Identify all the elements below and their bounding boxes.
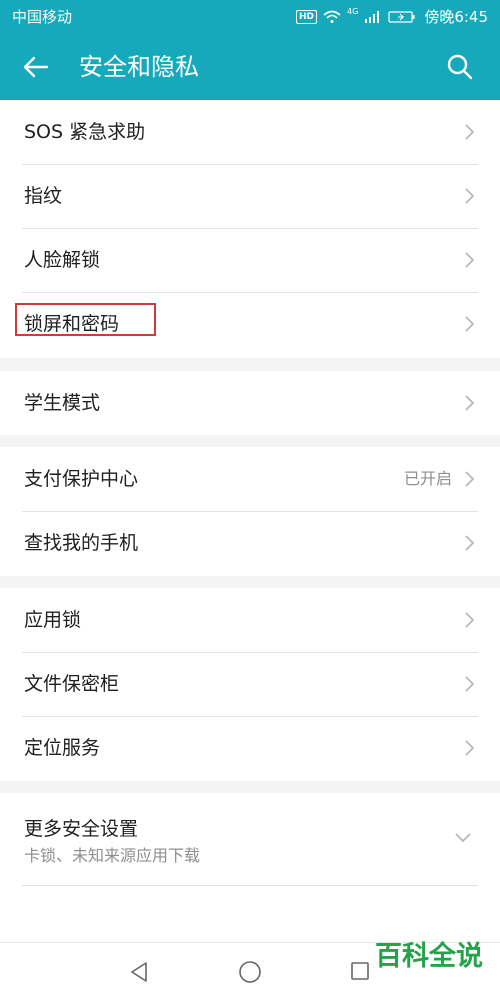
highlight-box [15, 303, 156, 336]
file-safe-item[interactable]: 文件保密柜 [0, 652, 500, 716]
circle-home-icon[interactable] [238, 960, 262, 984]
location-services-label: 定位服务 [24, 737, 101, 759]
payment-protection-status: 已开启 [403, 469, 452, 488]
search-icon [447, 54, 473, 80]
arrow-left-icon [23, 56, 49, 78]
find-my-phone-label: 查找我的手机 [24, 532, 139, 554]
student-mode-label: 学生模式 [24, 392, 101, 414]
settings-section-1: SOS 紧急求助 指纹 人脸解锁 锁屏和密码 [0, 100, 500, 358]
settings-section-2: 学生模式 [0, 371, 500, 435]
more-security-settings-label: 更多安全设置 [24, 818, 139, 840]
chevron-right-icon [465, 395, 475, 411]
chevron-right-icon [465, 535, 475, 551]
app-lock-item[interactable]: 应用锁 [0, 588, 500, 652]
sos-emergency-label: SOS 紧急求助 [24, 121, 146, 143]
payment-protection-item[interactable]: 支付保护中心 已开启 [0, 447, 500, 511]
chevron-right-icon [465, 612, 475, 628]
battery-icon [388, 11, 415, 23]
signal-icon [365, 11, 380, 23]
wifi-icon [323, 10, 341, 23]
network-type-label: 4G [347, 7, 359, 16]
chevron-right-icon [465, 740, 475, 756]
chevron-right-icon [465, 124, 475, 140]
divider [22, 885, 478, 886]
back-button[interactable] [16, 49, 56, 85]
status-bar: 中国移动 HD 4G 傍晚6:45 [0, 0, 500, 34]
settings-section-3: 支付保护中心 已开启 查找我的手机 [0, 447, 500, 576]
status-icons: HD 4G 傍晚6:45 [296, 8, 488, 26]
settings-list: SOS 紧急求助 指纹 人脸解锁 锁屏和密码 学生模式 支付保护中心 已开启 查… [0, 100, 500, 942]
payment-protection-label: 支付保护中心 [24, 468, 139, 490]
chevron-right-icon [465, 252, 475, 268]
settings-section-4: 应用锁 文件保密柜 定位服务 [0, 588, 500, 781]
find-my-phone-item[interactable]: 查找我的手机 [0, 511, 500, 575]
carrier-name: 中国移动 [12, 8, 73, 26]
face-unlock-item[interactable]: 人脸解锁 [0, 228, 500, 292]
square-recent-icon[interactable] [350, 961, 370, 981]
hd-icon: HD [296, 10, 318, 24]
more-security-settings-item[interactable]: 更多安全设置 卡锁、未知来源应用下载 [0, 793, 500, 886]
chevron-right-icon [465, 188, 475, 204]
settings-section-5: 更多安全设置 卡锁、未知来源应用下载 [0, 793, 500, 942]
chevron-right-icon [465, 676, 475, 692]
status-time: 傍晚6:45 [424, 8, 488, 26]
sos-emergency-item[interactable]: SOS 紧急求助 [0, 100, 500, 164]
chevron-right-icon [465, 471, 475, 487]
app-lock-label: 应用锁 [24, 609, 82, 631]
header-bar: 安全和隐私 [0, 34, 500, 100]
chevron-down-icon [455, 833, 471, 843]
more-security-settings-subtitle: 卡锁、未知来源应用下载 [24, 846, 201, 865]
triangle-back-icon[interactable] [127, 960, 151, 984]
fingerprint-item[interactable]: 指纹 [0, 164, 500, 228]
lock-screen-password-item[interactable]: 锁屏和密码 [0, 292, 500, 356]
search-button[interactable] [442, 49, 478, 85]
student-mode-item[interactable]: 学生模式 [0, 371, 500, 435]
page-title: 安全和隐私 [79, 53, 199, 81]
file-safe-label: 文件保密柜 [24, 673, 120, 695]
face-unlock-label: 人脸解锁 [24, 249, 101, 271]
location-services-item[interactable]: 定位服务 [0, 716, 500, 780]
navigation-bar [0, 942, 500, 1000]
fingerprint-label: 指纹 [24, 185, 63, 207]
chevron-right-icon [465, 316, 475, 332]
